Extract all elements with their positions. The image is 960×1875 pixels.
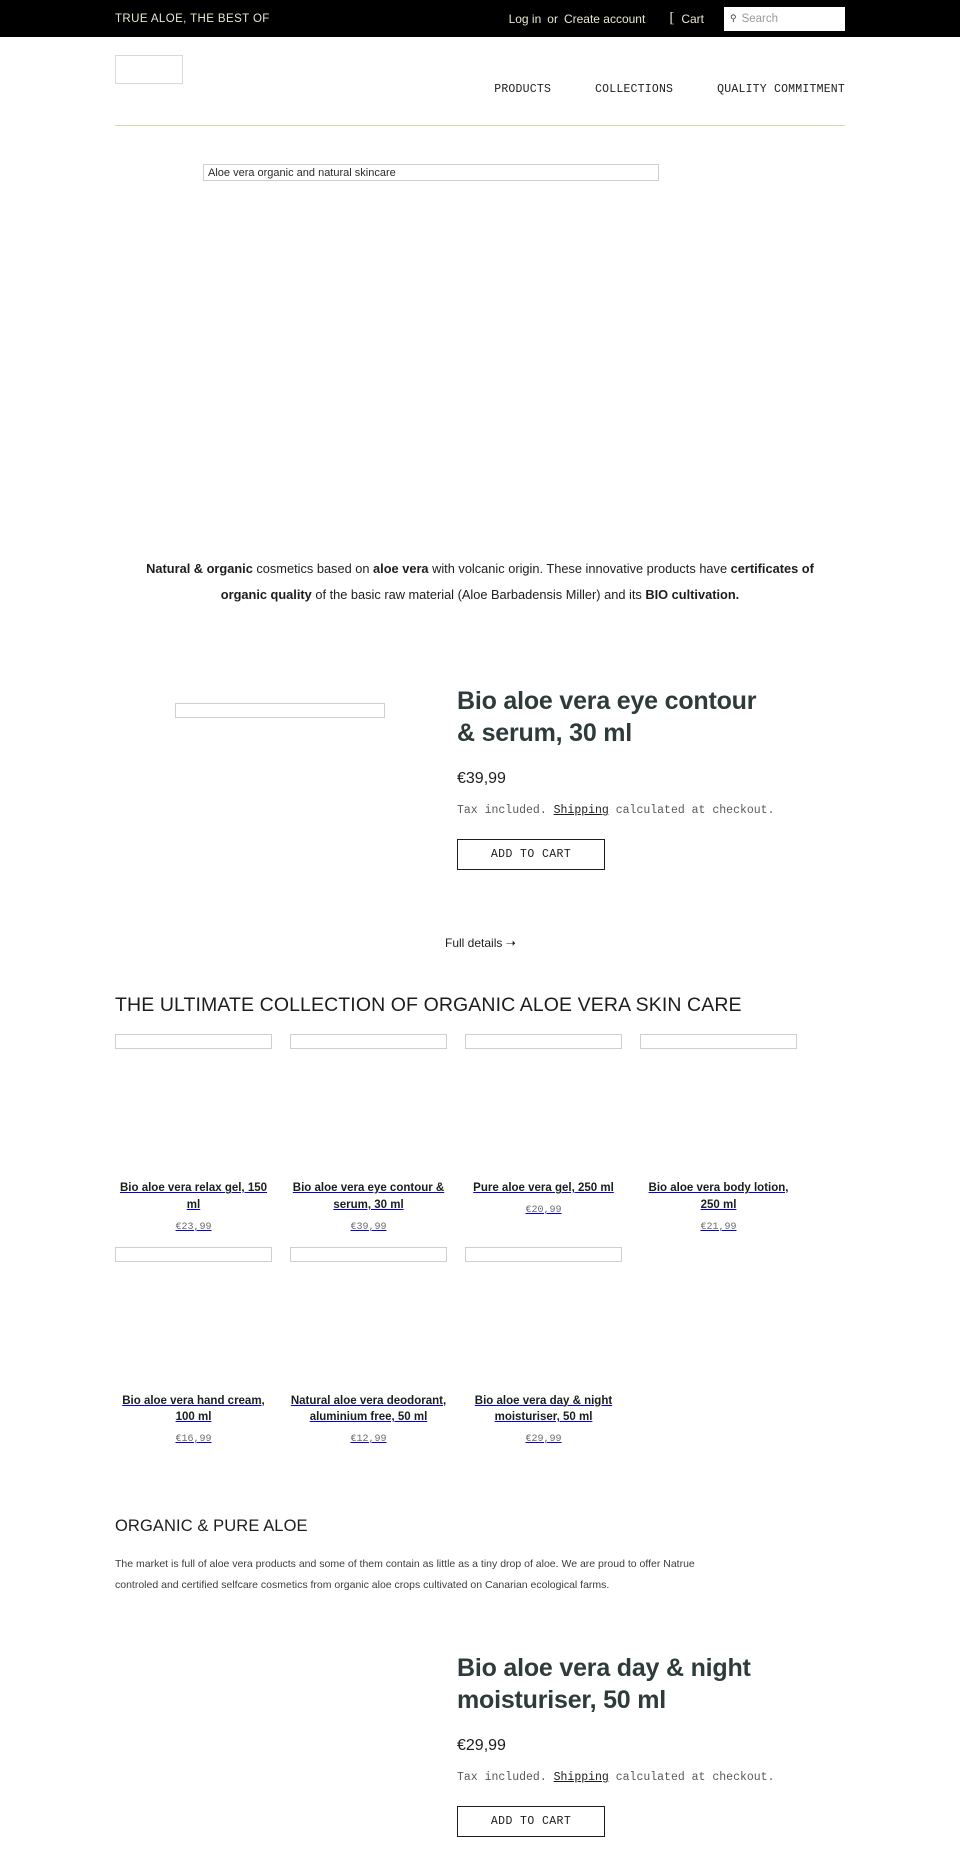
shipping-link[interactable]: Shipping [554, 804, 609, 817]
product-price: €23,99 [175, 1221, 212, 1233]
product-grid-row-1: Bio aloe vera relax gel, 150 ml €23,99 B… [115, 1017, 845, 1233]
product-image [290, 1246, 447, 1262]
product-card[interactable]: Pure aloe vera gel, 250 ml €20,99 [465, 1034, 622, 1232]
featured-product-price: €29,99 [457, 1736, 506, 1754]
featured-product-info: Bio aloe vera day & night moisturiser, 5… [445, 1652, 845, 1837]
product-price: €29,99 [525, 1433, 562, 1445]
top-announcement-bar: TRUE ALOE, THE BEST OF Log in or Create … [0, 0, 960, 37]
nav-item-quality-commitment[interactable]: QUALITY COMMITMENT [717, 83, 845, 96]
log-in-link[interactable]: Log in [509, 12, 542, 26]
product-title: Bio aloe vera body lotion, 250 ml [648, 1182, 789, 1211]
product-title: Pure aloe vera gel, 250 ml [473, 1182, 614, 1195]
site-header: PRODUCTS COLLECTIONS QUALITY COMMITMENT [115, 37, 845, 109]
site-tagline: TRUE ALOE, THE BEST OF [115, 12, 270, 25]
collection-heading: THE ULTIMATE COLLECTION OF ORGANIC ALOE … [115, 994, 742, 1017]
shipping-link[interactable]: Shipping [554, 1771, 609, 1784]
featured-product-title: Bio aloe vera day & night moisturiser, 5… [457, 1653, 751, 1714]
organic-section: ORGANIC & PURE ALOE The market is full o… [115, 1445, 845, 1596]
organic-body-text: The market is full of aloe vera products… [115, 1557, 695, 1591]
intro-paragraph: Natural & organic cosmetics based on alo… [115, 426, 845, 607]
product-title: Bio aloe vera hand cream, 100 ml [122, 1394, 265, 1424]
product-card-empty-slot [640, 1247, 797, 1445]
organic-heading: ORGANIC & PURE ALOE [115, 1516, 308, 1535]
tax-suffix: calculated at checkout. [608, 804, 775, 818]
product-title: Natural aloe vera deodorant, aluminium f… [290, 1394, 447, 1424]
search-icon: ⚲ [730, 13, 737, 23]
intro-bold-bio-cultivation: BIO cultivation. [645, 586, 740, 602]
intro-text-1: cosmetics based on [252, 561, 374, 576]
featured-product-info: Bio aloe vera eye contour & serum, 30 ml… [445, 685, 845, 871]
featured-product-tax-note: Tax included. Shipping calculated at che… [457, 1771, 845, 1784]
product-price: €21,99 [700, 1221, 737, 1233]
product-grid-row-2: Bio aloe vera hand cream, 100 ml €16,99 … [115, 1233, 845, 1445]
product-title: Bio aloe vera relax gel, 150 ml [119, 1182, 268, 1211]
product-image [290, 1034, 447, 1050]
product-card[interactable]: Bio aloe vera day & night moisturiser, 5… [465, 1246, 622, 1445]
full-details-row: Full details ➝ [115, 870, 845, 952]
featured-product-image[interactable] [175, 703, 385, 719]
collection-section: THE ULTIMATE COLLECTION OF ORGANIC ALOE … [115, 952, 845, 1445]
product-price: €16,99 [175, 1433, 212, 1445]
nav-item-products[interactable]: PRODUCTS [494, 83, 551, 96]
featured-product-media [115, 685, 445, 719]
create-account-link[interactable]: Create account [564, 12, 645, 26]
featured-product-media [115, 1652, 445, 1685]
product-price: €39,99 [350, 1221, 387, 1233]
product-card[interactable]: Natural aloe vera deodorant, aluminium f… [290, 1246, 447, 1445]
product-image [640, 1034, 797, 1050]
account-separator: or [547, 11, 558, 26]
cart-button[interactable]: [ Cart [669, 11, 704, 26]
cart-icon: [ [669, 10, 675, 26]
cart-label: Cart [681, 11, 704, 26]
product-card[interactable]: Bio aloe vera hand cream, 100 ml €16,99 [115, 1246, 272, 1445]
featured-product-bottom: Bio aloe vera day & night moisturiser, 5… [115, 1596, 845, 1837]
page-root: TRUE ALOE, THE BEST OF Log in or Create … [0, 0, 960, 1837]
product-card[interactable]: Bio aloe vera eye contour & serum, 30 ml… [290, 1034, 447, 1233]
intro-bold-natural-organic: Natural & organic [146, 561, 253, 576]
intro-bold-aloe-vera: aloe vera [373, 561, 429, 576]
tax-prefix: Tax included. [457, 1770, 554, 1784]
hero-image[interactable]: Aloe vera organic and natural skincare [203, 164, 659, 181]
hero-section: Aloe vera organic and natural skincare [115, 126, 845, 426]
full-details-link[interactable]: Full details ➝ [445, 936, 516, 950]
product-image [115, 1034, 272, 1050]
product-image [465, 1034, 622, 1050]
search-input[interactable] [741, 12, 839, 25]
product-title: Bio aloe vera day & night moisturiser, 5… [474, 1394, 613, 1424]
featured-product-tax-note: Tax included. Shipping calculated at che… [457, 804, 845, 817]
product-title: Bio aloe vera eye contour & serum, 30 ml [292, 1182, 445, 1211]
main-navigation: PRODUCTS COLLECTIONS QUALITY COMMITMENT [494, 83, 845, 96]
tax-suffix: calculated at checkout. [608, 1770, 775, 1784]
nav-item-collections[interactable]: COLLECTIONS [595, 83, 673, 96]
featured-product-top: Bio aloe vera eye contour & serum, 30 ml… [115, 607, 845, 871]
product-card[interactable]: Bio aloe vera relax gel, 150 ml €23,99 [115, 1034, 272, 1233]
product-price: €12,99 [350, 1433, 387, 1445]
product-price: €20,99 [525, 1204, 562, 1216]
intro-text-2: with volcanic origin. These innovative p… [428, 561, 731, 576]
add-to-cart-button[interactable]: ADD TO CART [457, 839, 605, 871]
product-image [115, 1246, 272, 1262]
featured-product-price: €39,99 [457, 770, 506, 788]
site-logo[interactable] [115, 55, 183, 84]
product-card[interactable]: Bio aloe vera body lotion, 250 ml €21,99 [640, 1034, 797, 1233]
intro-text-3: of the basic raw material (Aloe Barbaden… [311, 586, 646, 602]
tax-prefix: Tax included. [457, 804, 554, 818]
search-box[interactable]: ⚲ [724, 6, 845, 31]
add-to-cart-button[interactable]: ADD TO CART [457, 1805, 605, 1837]
featured-product-title: Bio aloe vera eye contour & serum, 30 ml [457, 687, 757, 748]
product-image [465, 1246, 622, 1262]
